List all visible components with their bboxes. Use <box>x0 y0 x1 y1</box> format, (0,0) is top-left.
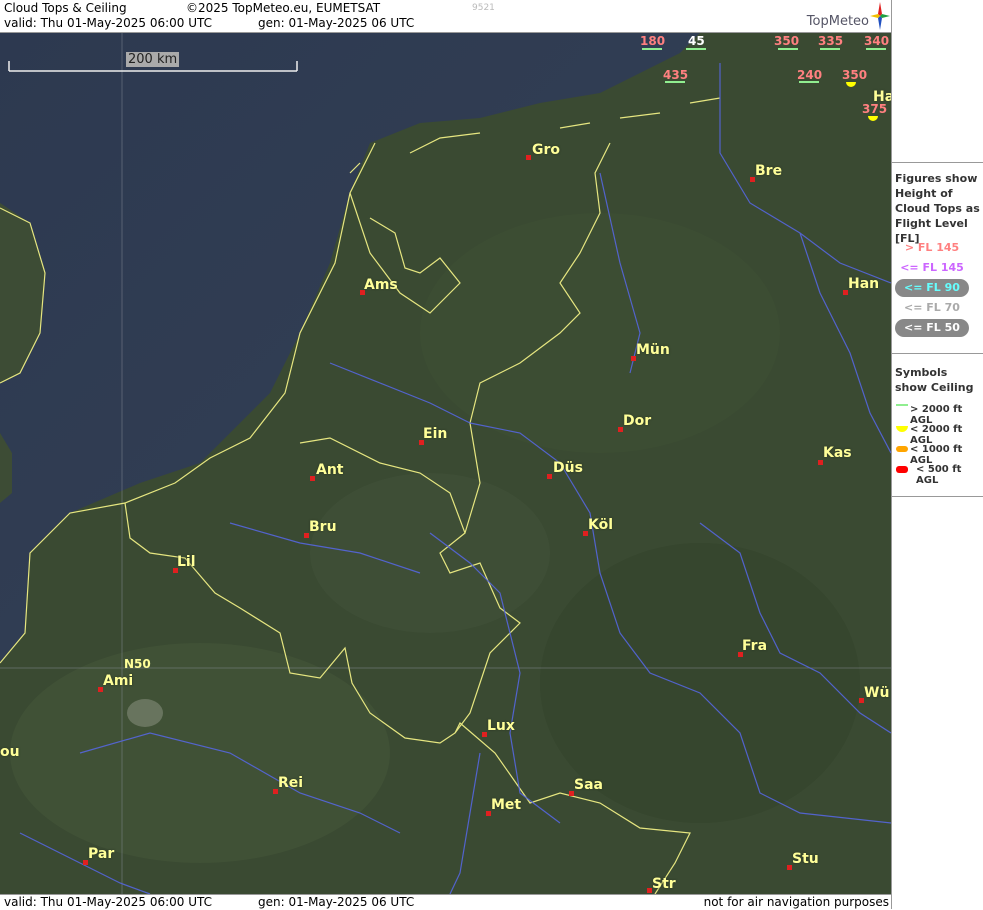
logo-text: TopMeteo <box>806 14 869 29</box>
legend-fl-le50: <= FL 50 <box>895 319 969 337</box>
grid-label-n50: N50 <box>124 657 151 671</box>
header-bar: Cloud Tops & Ceiling ©2025 TopMeteo.eu, … <box>0 0 891 33</box>
ceiling-lt2000-icon <box>896 426 908 432</box>
legend-fl-le145: <= FL 145 <box>900 261 964 274</box>
topmeteo-logo: TopMeteo <box>791 0 891 32</box>
map-panel[interactable]: 200 km N50 Gro Bre Ams Han Mün Ein Dor A… <box>0 33 891 894</box>
legend-ceiling-lt1000: < 1000 ft AGL <box>910 444 963 466</box>
map-title: Cloud Tops & Ceiling <box>4 1 127 15</box>
footer-generated-time: gen: 01-May-2025 06 UTC <box>258 895 415 909</box>
ceiling-gt2000-icon <box>896 404 908 406</box>
legend-ceiling-lt2000: < 2000 ft AGL <box>910 424 963 446</box>
copyright: ©2025 TopMeteo.eu, EUMETSAT <box>186 1 381 15</box>
legend-fl-le70: <= FL 70 <box>904 301 960 314</box>
legend-ceiling-lt500: < 500 ft AGL <box>916 464 962 486</box>
ceiling-legend: Symbols show Ceiling > 2000 ft AGL < 200… <box>892 352 983 497</box>
compass-icon <box>870 2 890 30</box>
ceiling-lt500-icon <box>896 466 908 473</box>
ceiling-lt1000-icon <box>896 446 908 452</box>
legend-ceiling-gt2000: > 2000 ft AGL <box>910 404 963 426</box>
navigation-disclaimer: not for air navigation purposes <box>703 895 889 909</box>
image-code: 9521 <box>472 3 495 13</box>
legend-panel: Figures show Height of Cloud Tops as Fli… <box>891 0 983 909</box>
generated-time: gen: 01-May-2025 06 UTC <box>258 16 415 30</box>
legend-fl-le90: <= FL 90 <box>895 279 969 297</box>
valid-time: valid: Thu 01-May-2025 06:00 UTC <box>4 16 213 30</box>
footer-bar: valid: Thu 01-May-2025 06:00 UTC gen: 01… <box>0 894 891 910</box>
cloud-top-legend-title: Figures show Height of Cloud Tops as Fli… <box>895 172 980 245</box>
cloud-top-legend: Figures show Height of Cloud Tops as Fli… <box>892 162 983 354</box>
scale-label: 200 km <box>126 52 180 67</box>
footer-valid-time: valid: Thu 01-May-2025 06:00 UTC <box>4 895 213 909</box>
ceiling-legend-title: Symbols show Ceiling <box>895 366 974 394</box>
legend-fl-gt145: > FL 145 <box>904 241 960 254</box>
